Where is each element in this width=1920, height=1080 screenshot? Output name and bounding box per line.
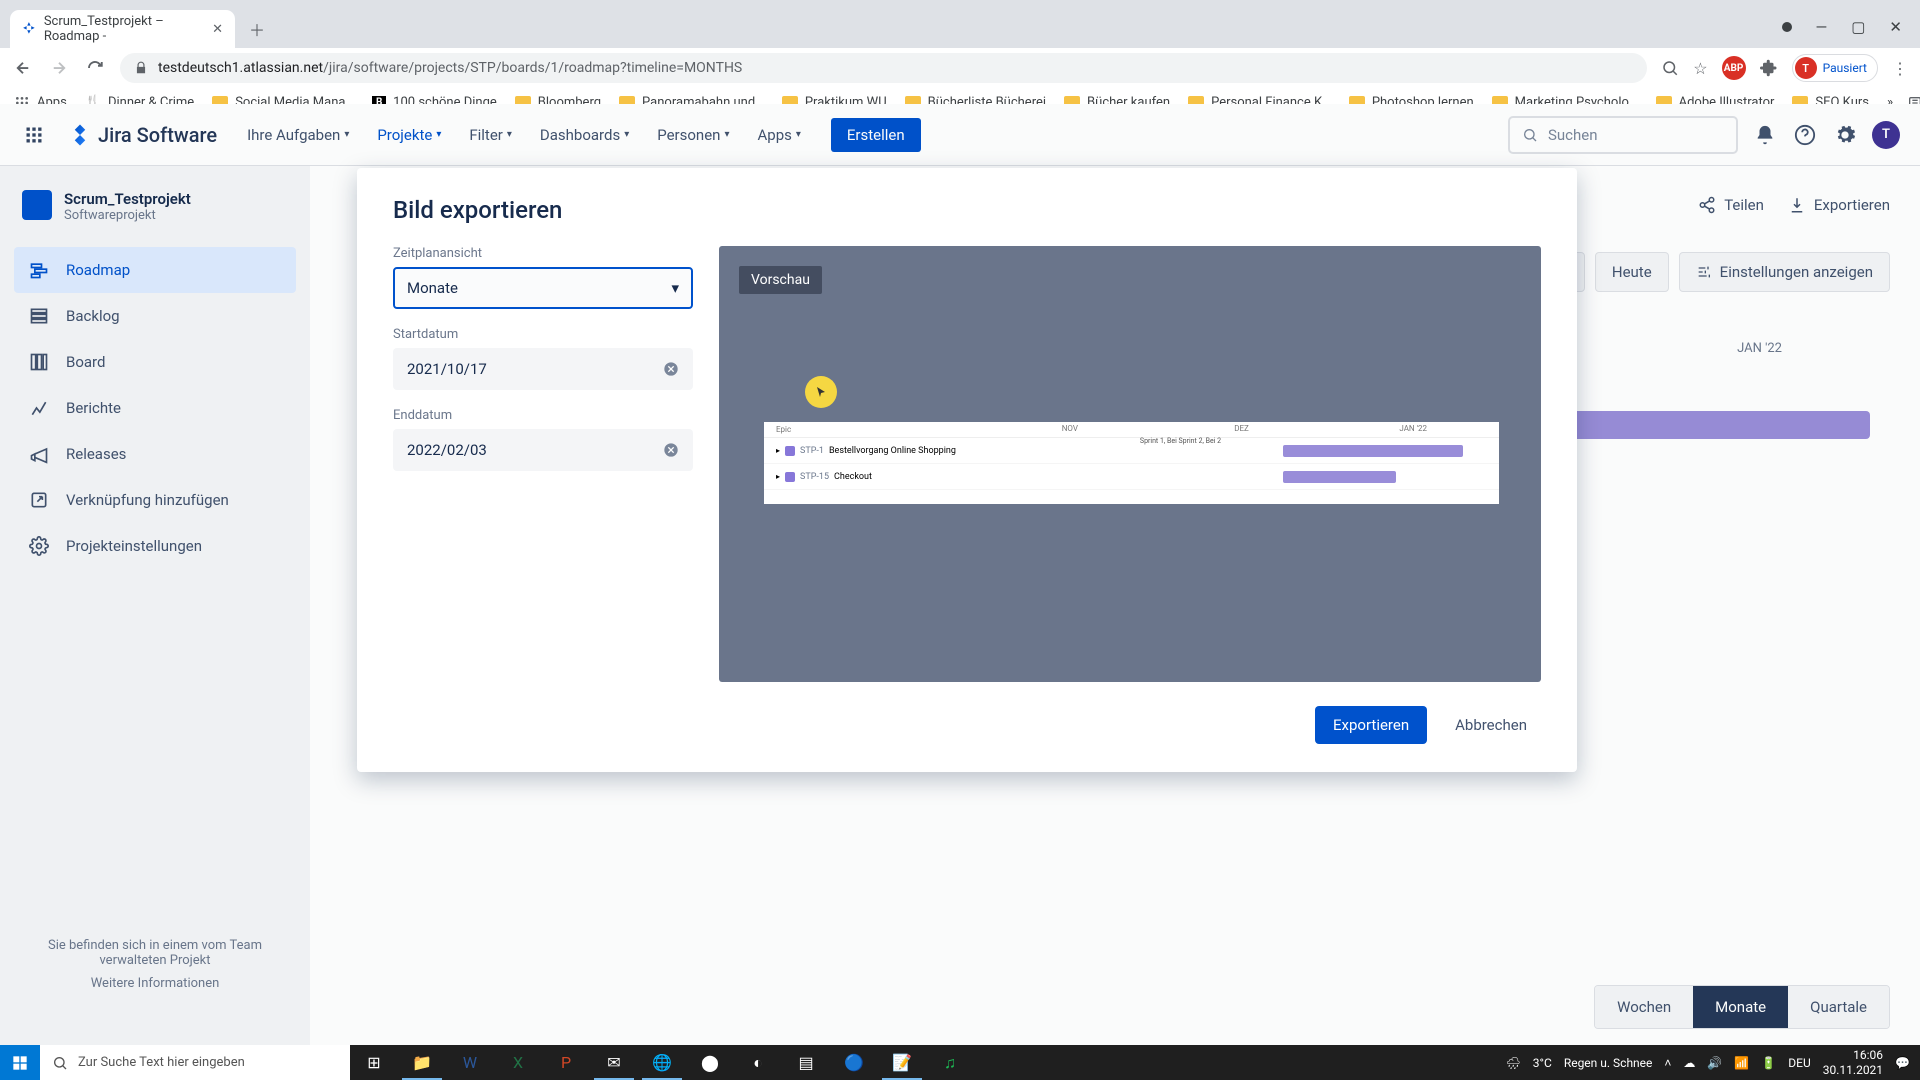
task-view-icon[interactable]: ⊞	[350, 1045, 398, 1080]
maximize-icon[interactable]: ▢	[1851, 18, 1865, 36]
clear-icon[interactable]	[663, 361, 679, 377]
url-path: /jira/software/projects/STP/boards/1/roa…	[323, 60, 742, 76]
reload-button[interactable]	[84, 57, 106, 79]
modal-cancel-button[interactable]: Abbrechen	[1441, 706, 1541, 744]
schedule-view-label: Zeitplanansicht	[393, 246, 693, 261]
star-icon[interactable]: ☆	[1693, 59, 1707, 78]
clear-icon[interactable]	[663, 442, 679, 458]
taskbar-search[interactable]: Zur Suche Text hier eingeben	[40, 1045, 350, 1080]
search-icon	[52, 1055, 68, 1071]
start-button[interactable]	[0, 1045, 40, 1080]
language-indicator[interactable]: DEU	[1788, 1056, 1810, 1070]
profile-status-pill[interactable]: T Pausiert	[1792, 54, 1878, 82]
app-icon[interactable]: ▤	[782, 1045, 830, 1080]
explorer-icon[interactable]: 📁	[398, 1045, 446, 1080]
windows-taskbar: Zur Suche Text hier eingeben ⊞ 📁 W X P ✉…	[0, 1045, 1920, 1080]
powerpoint-icon[interactable]: P	[542, 1045, 590, 1080]
chrome-icon[interactable]: 🌐	[638, 1045, 686, 1080]
url-bar[interactable]: testdeutsch1.atlassian.net/jira/software…	[120, 53, 1647, 83]
modal-export-button[interactable]: Exportieren	[1315, 706, 1427, 744]
weather-temp: 3°C	[1533, 1056, 1552, 1070]
browser-tab[interactable]: Scrum_Testprojekt – Roadmap - ✕	[10, 10, 235, 48]
modal-title: Bild exportieren	[393, 196, 1541, 224]
url-host: testdeutsch1.atlassian.net	[158, 60, 323, 76]
spotify-icon[interactable]: ♫	[926, 1045, 974, 1080]
notepad-icon[interactable]: 📝	[878, 1045, 926, 1080]
new-tab-button[interactable]: ＋	[243, 15, 271, 43]
extensions-icon[interactable]	[1760, 59, 1778, 77]
obs-icon[interactable]: ⬤	[686, 1045, 734, 1080]
weather-icon[interactable]: 🌧	[1506, 1056, 1521, 1070]
profile-dot-icon[interactable]	[1782, 22, 1792, 32]
tray-clock[interactable]: 16:06 30.11.2021	[1823, 1048, 1883, 1077]
start-date-label: Startdatum	[393, 327, 693, 342]
weather-desc: Regen u. Schnee	[1564, 1056, 1653, 1070]
onedrive-icon[interactable]: ☁	[1683, 1056, 1695, 1070]
lock-icon	[134, 61, 148, 75]
end-date-label: Enddatum	[393, 408, 693, 423]
minimize-icon[interactable]: —	[1816, 18, 1828, 36]
wifi-icon[interactable]: 📶	[1734, 1056, 1749, 1070]
word-icon[interactable]: W	[446, 1045, 494, 1080]
cursor-highlight	[805, 376, 837, 408]
jira-favicon	[22, 21, 36, 37]
tray-chevron-icon[interactable]: ˄	[1664, 1056, 1671, 1070]
zoom-icon[interactable]	[1661, 59, 1679, 77]
epic-icon	[785, 472, 795, 482]
forward-button[interactable]	[48, 57, 70, 79]
tab-close-icon[interactable]: ✕	[212, 22, 223, 37]
preview-label: Vorschau	[739, 266, 822, 294]
volume-icon[interactable]: 🔊	[1707, 1056, 1722, 1070]
close-window-icon[interactable]: ✕	[1889, 18, 1902, 36]
excel-icon[interactable]: X	[494, 1045, 542, 1080]
action-center-icon[interactable]: 💬	[1895, 1056, 1910, 1070]
edge-icon[interactable]: 🔵	[830, 1045, 878, 1080]
battery-icon[interactable]: 🔋	[1761, 1056, 1776, 1070]
chevron-down-icon: ▾	[671, 279, 679, 297]
schedule-view-select[interactable]: Monate ▾	[393, 267, 693, 309]
roadmap-preview-image: Epic NOV DEZ JAN '22 Sprint 1, Bei Sprin…	[764, 422, 1499, 504]
back-button[interactable]	[12, 57, 34, 79]
end-date-input[interactable]: 2022/02/03	[393, 429, 693, 471]
preview-panel: Vorschau Epic NOV DEZ JAN '22 Sprint 1, …	[719, 246, 1541, 682]
start-date-input[interactable]: 2021/10/17	[393, 348, 693, 390]
app-icon[interactable]: ◐	[734, 1045, 782, 1080]
mail-icon[interactable]: ✉	[590, 1045, 638, 1080]
abp-extension-icon[interactable]: ABP	[1722, 56, 1746, 80]
export-image-modal: Bild exportieren Zeitplanansicht Monate …	[357, 168, 1577, 772]
menu-icon[interactable]: ⋮	[1892, 59, 1908, 78]
tab-title: Scrum_Testprojekt – Roadmap -	[44, 14, 204, 44]
